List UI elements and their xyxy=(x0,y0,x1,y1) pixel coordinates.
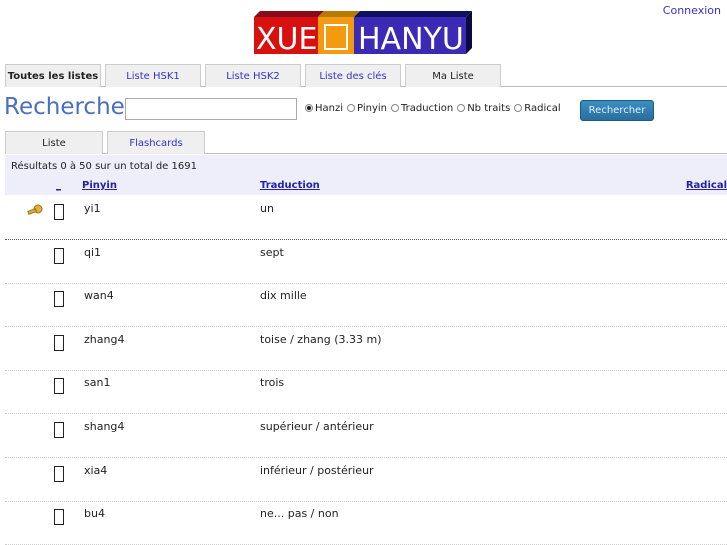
results-count: Résultats 0 à 50 sur un total de 1691 xyxy=(11,161,197,172)
sort-hanzi[interactable]: _ xyxy=(56,180,61,191)
traduction-cell: supérieur / antérieur xyxy=(260,420,374,433)
hanzi-glyph[interactable] xyxy=(54,247,64,264)
pinyin-cell: yi1 xyxy=(84,202,101,215)
key-icon[interactable] xyxy=(27,204,43,216)
table-row: wan4 dix mille xyxy=(5,283,727,328)
hanzi-glyph[interactable] xyxy=(54,422,64,438)
traduction-cell: sept xyxy=(260,245,284,259)
radio-traduction[interactable]: Traduction xyxy=(390,103,453,114)
pinyin-cell: shang4 xyxy=(84,420,125,433)
tab-toutes-les-listes[interactable]: Toutes les listes xyxy=(5,64,101,87)
tab-ma-liste[interactable]: Ma Liste xyxy=(405,64,501,87)
hanzi-glyph[interactable] xyxy=(54,204,64,220)
traduction-cell: dix mille xyxy=(260,289,307,303)
xuehanyu-logo: XUE HANYU xyxy=(254,11,472,54)
tab-liste-des-cles[interactable]: Liste des clés xyxy=(305,64,401,87)
radio-nb-traits[interactable]: Nb traits xyxy=(457,103,510,114)
radio-pinyin[interactable]: Pinyin xyxy=(347,103,387,114)
sort-pinyin[interactable]: Pinyin xyxy=(82,180,117,191)
pinyin-cell: bu4 xyxy=(84,507,105,521)
tab-liste-hsk1[interactable]: Liste HSK1 xyxy=(105,64,201,87)
pinyin-cell: wan4 xyxy=(84,289,114,303)
traduction-cell: un xyxy=(260,202,274,215)
search-title: Recherche xyxy=(4,94,125,120)
traduction-cell: toise / zhang (3.33 m) xyxy=(260,332,382,346)
table-row: bu4 ne... pas / non xyxy=(5,501,727,545)
table-row: qi1 sept xyxy=(5,240,727,284)
radio-radical[interactable]: Radical xyxy=(514,103,561,114)
search-input[interactable] xyxy=(125,98,297,120)
radio-hanzi[interactable]: Hanzi xyxy=(305,103,343,114)
pinyin-cell: san1 xyxy=(84,376,111,390)
table-row: san1 trois xyxy=(5,370,727,415)
table-row: shang4 supérieur / antérieur xyxy=(5,414,727,458)
traduction-cell: inférieur / postérieur xyxy=(260,463,374,477)
view-tabs: Liste Flashcards xyxy=(5,131,205,154)
results-header: Résultats 0 à 50 sur un total de 1691 _ … xyxy=(5,155,727,195)
sort-radical[interactable]: Radical xyxy=(686,180,727,191)
table-row: yi1 un xyxy=(5,196,727,240)
sort-traduction[interactable]: Traduction xyxy=(260,180,320,191)
table-row: xia4 inférieur / postérieur xyxy=(5,458,727,502)
svg-text:HANYU: HANYU xyxy=(358,22,464,54)
svg-text:XUE: XUE xyxy=(256,22,317,54)
connexion-link[interactable]: Connexion xyxy=(663,4,721,17)
tab-liste-hsk2[interactable]: Liste HSK2 xyxy=(205,64,301,87)
hanzi-glyph[interactable] xyxy=(54,378,64,395)
hanzi-glyph[interactable] xyxy=(54,465,64,482)
search-mode-radios: Hanzi Pinyin Traduction Nb traits Radica… xyxy=(305,103,561,114)
traduction-cell: ne... pas / non xyxy=(260,507,339,521)
pinyin-cell: zhang4 xyxy=(84,332,125,346)
hanzi-glyph[interactable] xyxy=(54,291,64,308)
traduction-cell: trois xyxy=(260,376,285,390)
search-button[interactable]: Rechercher xyxy=(580,100,654,121)
hanzi-glyph[interactable] xyxy=(54,334,64,351)
hanzi-glyph[interactable] xyxy=(54,509,64,526)
tab-flashcards[interactable]: Flashcards xyxy=(107,131,205,154)
pinyin-cell: xia4 xyxy=(84,463,108,477)
tab-liste[interactable]: Liste xyxy=(5,131,103,154)
pinyin-cell: qi1 xyxy=(84,245,102,259)
list-tabs: Toutes les listes Liste HSK1 Liste HSK2 … xyxy=(5,64,501,87)
table-row: zhang4 toise / zhang (3.33 m) xyxy=(5,327,727,371)
